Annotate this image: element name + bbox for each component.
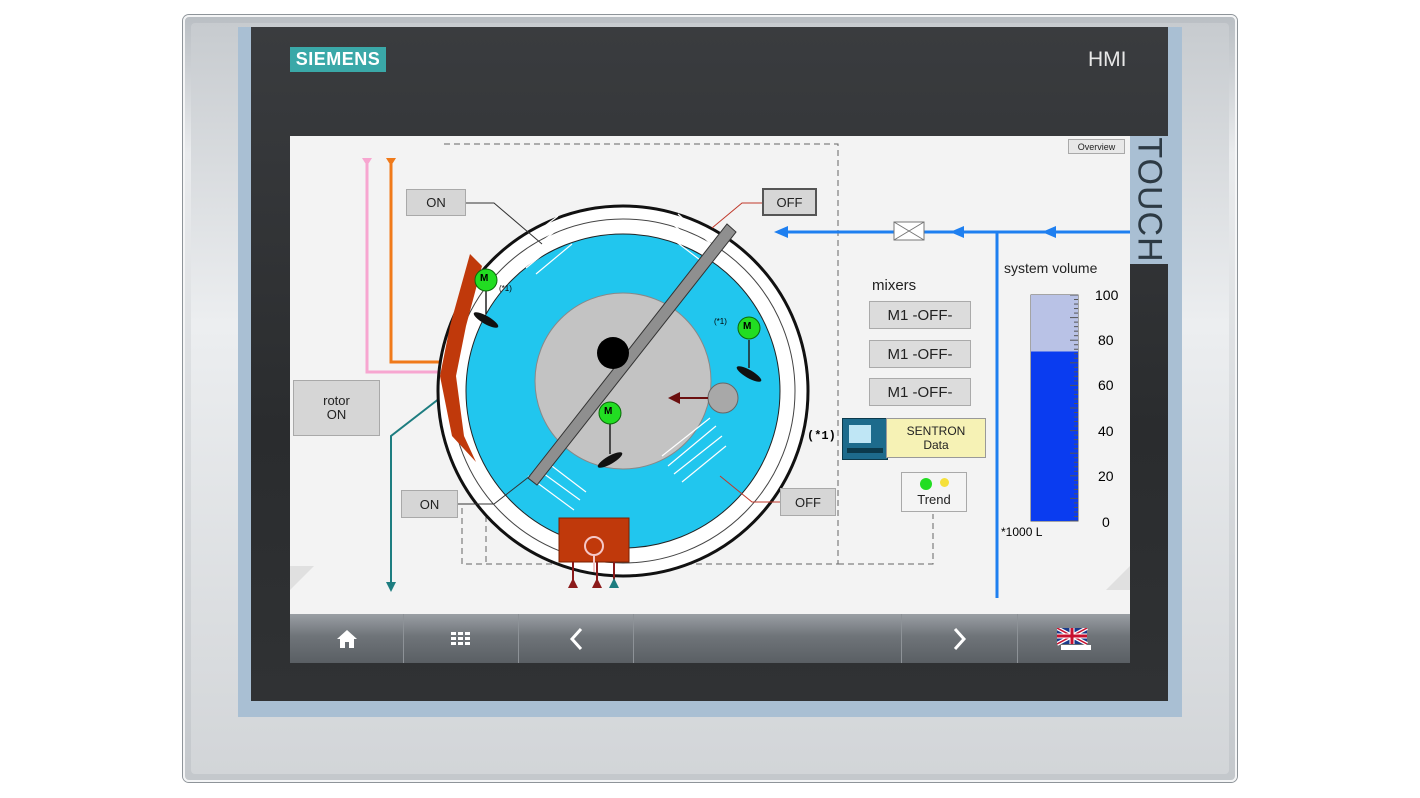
language-button[interactable] <box>1018 614 1130 663</box>
forward-button[interactable] <box>902 614 1018 663</box>
brand-logo: SIEMENS <box>290 47 386 72</box>
mixer-status-1[interactable]: M1 -OFF- <box>869 301 971 329</box>
yellow-indicator-icon <box>939 477 949 487</box>
mixer-status-2[interactable]: M1 -OFF- <box>869 340 971 368</box>
hmi-screen: M M M (*1) (*1) Overview ON OFF ON OFF r… <box>290 136 1130 663</box>
motor-1-label: M <box>480 273 489 284</box>
rotor-label-line1: rotor <box>323 393 350 408</box>
off-button-top[interactable]: OFF <box>762 188 817 216</box>
forward-arrow-icon <box>953 627 966 650</box>
touch-label-box: TOUCH <box>1130 136 1169 264</box>
volume-title: system volume <box>1004 260 1098 276</box>
trend-label: Trend <box>917 491 951 507</box>
off-button-bottom[interactable]: OFF <box>780 488 836 516</box>
volume-scale-0: 0 <box>1102 514 1110 530</box>
motor-2-label: M <box>743 321 752 332</box>
on-button-bottom[interactable]: ON <box>401 490 458 518</box>
back-arrow-icon <box>569 627 583 650</box>
volume-scale-100: 100 <box>1095 287 1119 303</box>
trend-link-line <box>838 514 934 565</box>
sentron-note-marker: (*1) <box>807 429 836 443</box>
mixer-status-3[interactable]: M1 -OFF- <box>869 378 971 406</box>
volume-scale-60: 60 <box>1098 377 1114 393</box>
pump-symbol <box>707 382 739 414</box>
volume-scale-40: 40 <box>1098 423 1114 439</box>
volume-scale-80: 80 <box>1098 332 1114 348</box>
back-button[interactable] <box>519 614 634 663</box>
teal-outlet-arrow <box>386 582 396 592</box>
language-flag-icon <box>1057 627 1091 650</box>
nav-spacer <box>634 614 902 663</box>
trend-button[interactable]: Trend <box>901 472 967 512</box>
sentron-device-icon <box>842 418 888 460</box>
rotor-label-line2: ON <box>326 407 347 422</box>
menu-button[interactable] <box>404 614 519 663</box>
touch-label: TOUCH <box>1130 137 1169 263</box>
home-button[interactable] <box>290 614 404 663</box>
note-marker-1: (*1) <box>499 284 512 293</box>
note-marker-2: (*1) <box>714 317 727 326</box>
mixers-title: mixers <box>872 277 917 294</box>
model-label: HMI <box>1088 48 1127 71</box>
volume-scale-20: 20 <box>1098 468 1114 484</box>
home-icon <box>336 629 357 648</box>
agitator-shaft <box>597 337 629 369</box>
volume-unit: *1000 L <box>1001 525 1043 539</box>
navigation-bar <box>290 614 1130 663</box>
sentron-line2: Data <box>923 438 949 452</box>
motor-3-label: M <box>604 406 613 417</box>
sentron-line1: SENTRON <box>906 424 966 438</box>
on-button-top[interactable]: ON <box>406 189 466 216</box>
trend-indicators <box>919 477 949 490</box>
green-indicator-icon <box>919 477 932 490</box>
level-fill <box>1031 351 1078 521</box>
rotor-on-button[interactable]: rotor ON <box>293 380 380 436</box>
overview-button[interactable]: Overview <box>1068 139 1125 154</box>
sentron-data-button[interactable]: SENTRON Data <box>886 418 986 458</box>
menu-grid-icon <box>451 631 470 645</box>
